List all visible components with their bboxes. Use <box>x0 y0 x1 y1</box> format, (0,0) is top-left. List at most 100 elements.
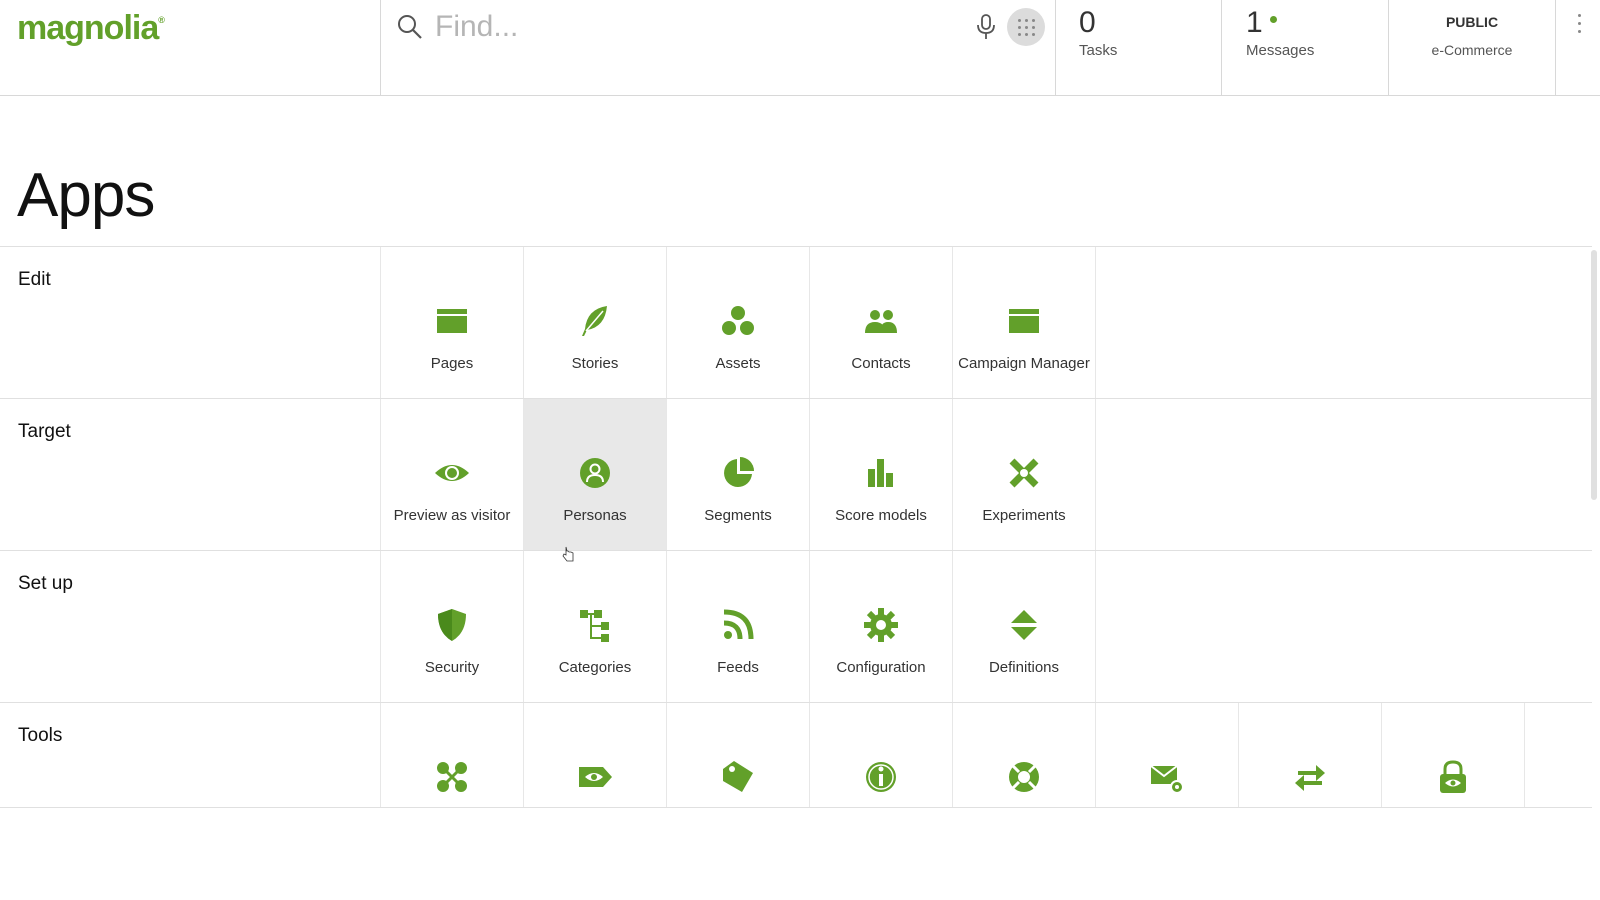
app-tile-security[interactable]: Security <box>380 551 523 702</box>
tasks-indicator[interactable]: 0 Tasks <box>1055 0 1222 95</box>
app-group-title: Target <box>18 421 71 442</box>
gear-icon <box>863 607 899 643</box>
app-tile-categories[interactable]: Categories <box>523 551 666 702</box>
logo-text: magnolia <box>17 9 159 47</box>
bar-chart-icon <box>863 455 899 491</box>
app-tile-label: Contacts <box>851 355 911 372</box>
tile-divider <box>1095 399 1096 550</box>
app-group-title: Edit <box>18 269 51 290</box>
app-tile-label: Security <box>424 659 480 676</box>
vertical-scrollbar[interactable] <box>1591 250 1597 500</box>
app-tile-label: Campaign Manager <box>958 355 1090 372</box>
app-tile-label: Segments <box>704 507 772 524</box>
app-group-set-up: Set up Security Categories Feeds Configurati… <box>0 550 1592 702</box>
app-tile-tag[interactable] <box>666 703 809 807</box>
app-group-title: Tools <box>18 725 63 746</box>
app-tile-label: Definitions <box>988 659 1060 676</box>
app-group-tools: Tools <box>0 702 1592 808</box>
tile-divider <box>1095 247 1096 398</box>
tasks-label: Tasks <box>1079 42 1118 59</box>
tile-divider <box>1524 703 1525 807</box>
app-tile-lock-eye[interactable] <box>1381 703 1524 807</box>
app-tile-label: Personas <box>563 507 627 524</box>
app-group-edit: Edit Pages Stories Assets Contacts Campaign M… <box>0 246 1592 398</box>
app-tile-nodes[interactable] <box>380 703 523 807</box>
rss-icon <box>720 607 756 643</box>
app-tiles: Preview as visitor Personas Segments Score … <box>380 399 1096 550</box>
tasks-count: 0 <box>1079 6 1096 39</box>
app-tile-swap-arrows[interactable] <box>1238 703 1381 807</box>
more-options-icon[interactable] <box>1576 14 1582 40</box>
app-tile-eye-tag[interactable] <box>523 703 666 807</box>
app-tile-label: Preview as visitor <box>393 507 511 524</box>
app-tile-label: Stories <box>571 355 619 372</box>
environment-switcher[interactable]: PUBLIC e-Commerce <box>1389 0 1556 95</box>
search-icon[interactable] <box>397 14 423 40</box>
logo-registered-mark: ® <box>158 14 165 25</box>
tile-divider <box>1095 551 1096 702</box>
pie-icon <box>720 455 756 491</box>
eye-tag-icon <box>577 759 613 795</box>
app-tile-info[interactable] <box>809 703 952 807</box>
app-launcher-button[interactable] <box>1007 8 1045 46</box>
shield-icon <box>434 607 470 643</box>
app-tile-definitions[interactable]: Definitions <box>952 551 1095 702</box>
messages-indicator[interactable]: 1 Messages <box>1222 0 1389 95</box>
app-tile-label: Assets <box>715 355 761 372</box>
mail-gear-icon <box>1149 759 1185 795</box>
nodes-icon <box>434 759 470 795</box>
app-group-target: Target Preview as visitor Personas Segments… <box>0 398 1592 550</box>
app-group-title: Set up <box>18 573 73 594</box>
app-tiles: Security Categories Feeds Configuration Defi… <box>380 551 1096 702</box>
persona-icon <box>577 455 613 491</box>
site-label: e-Commerce <box>1431 42 1513 58</box>
app-tile-score-models[interactable]: Score models <box>809 399 952 550</box>
app-tile-label: Feeds <box>717 659 759 676</box>
pages-icon <box>434 303 470 339</box>
assets-icon <box>720 303 756 339</box>
microphone-icon[interactable] <box>975 14 997 40</box>
feather-icon <box>577 303 613 339</box>
eye-icon <box>434 455 470 491</box>
messages-label: Messages <box>1246 42 1315 59</box>
app-tile-lifebuoy[interactable] <box>952 703 1095 807</box>
app-grid: Edit Pages Stories Assets Contacts Campaign M… <box>0 246 1592 808</box>
tag-icon <box>720 759 756 795</box>
app-tiles <box>380 703 1525 807</box>
app-tile-contacts[interactable]: Contacts <box>809 247 952 398</box>
info-icon <box>863 759 899 795</box>
top-bar: magnolia® 0 Tasks 1 Messages PUBLIC e-Co… <box>0 0 1600 96</box>
app-tile-segments[interactable]: Segments <box>666 399 809 550</box>
app-tile-assets[interactable]: Assets <box>666 247 809 398</box>
app-tile-preview-as-visitor[interactable]: Preview as visitor <box>380 399 523 550</box>
swap-arrows-icon <box>1292 759 1328 795</box>
messages-count: 1 <box>1246 6 1263 39</box>
app-tile-label: Experiments <box>982 507 1066 524</box>
search-bar <box>380 0 1056 95</box>
hand-cursor-icon <box>562 546 574 562</box>
contacts-icon <box>863 303 899 339</box>
page-title: Apps <box>17 161 155 230</box>
app-tile-mail-gear[interactable] <box>1095 703 1238 807</box>
search-input[interactable] <box>433 8 917 46</box>
tree-icon <box>577 607 613 643</box>
lock-eye-icon <box>1435 759 1471 795</box>
environment-label: PUBLIC <box>1445 14 1499 30</box>
app-tile-stories[interactable]: Stories <box>523 247 666 398</box>
magnolia-logo[interactable]: magnolia® <box>17 9 165 48</box>
campaign-icon <box>1006 303 1042 339</box>
app-tile-campaign-manager[interactable]: Campaign Manager <box>952 247 1095 398</box>
unread-dot <box>1270 16 1277 23</box>
app-tile-personas[interactable]: Personas <box>523 399 666 550</box>
app-tile-label: Pages <box>430 355 474 372</box>
app-tile-experiments[interactable]: Experiments <box>952 399 1095 550</box>
definitions-icon <box>1006 607 1042 643</box>
app-tile-label: Configuration <box>836 659 926 676</box>
lifebuoy-icon <box>1006 759 1042 795</box>
app-tile-pages[interactable]: Pages <box>380 247 523 398</box>
app-tile-feeds[interactable]: Feeds <box>666 551 809 702</box>
app-tile-configuration[interactable]: Configuration <box>809 551 952 702</box>
app-tile-label: Score models <box>835 507 927 524</box>
experiments-icon <box>1006 455 1042 491</box>
app-tiles: Pages Stories Assets Contacts Campaign Manag… <box>380 247 1096 398</box>
